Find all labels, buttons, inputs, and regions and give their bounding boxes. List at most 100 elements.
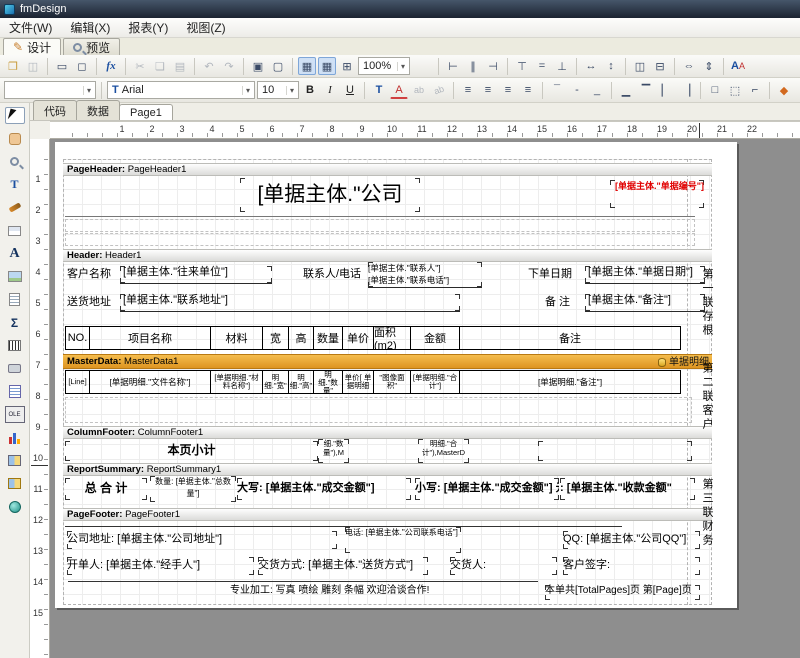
menu-report[interactable]: 报表(Y) [119, 17, 177, 38]
received-amount-object[interactable]: : [单据主体."收款金额" [560, 478, 695, 500]
copy-icon[interactable]: ❏ [151, 57, 169, 75]
menu-view[interactable]: 视图(Z) [177, 17, 234, 38]
valign-middle-icon[interactable]: - [568, 81, 586, 99]
data-cell[interactable]: [单据明细."文件名称"] [89, 370, 211, 394]
gradient-object-tool[interactable] [5, 498, 25, 515]
chart-object-tool[interactable] [5, 429, 25, 446]
picture-object-tool[interactable] [5, 268, 25, 285]
order-date-label[interactable]: 下单日期 [528, 268, 572, 281]
column-header[interactable]: 备注 [459, 326, 681, 350]
copy-label-2[interactable]: 第二联客户 [699, 362, 715, 456]
same-height-icon[interactable]: ⇕ [700, 57, 718, 75]
contact-field[interactable]: [单据主体."联系人"] [单据主体."联系电话"] [368, 262, 482, 288]
line-object[interactable] [65, 216, 695, 217]
tab-data[interactable]: 数据 [76, 100, 120, 120]
border-bottom-icon[interactable]: ▁ [617, 81, 635, 99]
preview-page-icon[interactable]: ◻ [73, 57, 91, 75]
subreport-object-tool[interactable] [5, 291, 25, 308]
underline-button[interactable]: U [341, 81, 359, 99]
valign-top-icon[interactable]: ¯ [548, 81, 566, 99]
align-bottom-edges-icon[interactable]: ⊥ [553, 57, 571, 75]
contact-label[interactable]: 联系人/电话 [303, 268, 361, 281]
space-horizontally-icon[interactable]: ↔ [582, 57, 600, 75]
format-painter-tool[interactable] [5, 199, 25, 216]
center-in-band-v-icon[interactable]: ⊟ [651, 57, 669, 75]
align-grid-icon[interactable]: ⊞ [338, 57, 356, 75]
band-pageheader[interactable]: PageHeader: PageHeader1 [63, 163, 712, 176]
doc-number-object[interactable]: [单据主体."单据编号"] [610, 180, 704, 208]
customer-field[interactable]: [单据主体."往来单位"] [120, 266, 272, 284]
issuer-object[interactable]: 开单人: [单据主体."经手人"] [67, 557, 254, 575]
copy-label-1[interactable]: 第一联存根 [699, 268, 715, 350]
select-tool[interactable] [5, 107, 25, 124]
paste-icon[interactable]: ▤ [171, 57, 189, 75]
column-header[interactable]: 单价 [342, 326, 374, 350]
band-header[interactable]: Header: Header1 [63, 249, 712, 262]
amount-digits-object[interactable]: 小写: [单据主体."成交金额"] 元 [415, 478, 559, 500]
empty-cell-object[interactable] [538, 441, 692, 461]
system-text-tool[interactable]: Σ [5, 314, 25, 331]
tab-page1[interactable]: Page1 [119, 104, 173, 120]
band-pagefooter[interactable]: PageFooter: PageFooter1 [63, 508, 712, 521]
band-reportsummary[interactable]: ReportSummary: ReportSummary1 [63, 463, 712, 476]
align-text-right-icon[interactable]: ≡ [499, 81, 517, 99]
data-cell[interactable]: 明细."宽" [262, 370, 289, 394]
column-header[interactable]: 高 [288, 326, 314, 350]
align-left-edges-icon[interactable]: ⊢ [444, 57, 462, 75]
column-header[interactable]: 数量 [313, 326, 343, 350]
db-crosstab-object-tool[interactable] [5, 475, 25, 492]
slogan-object[interactable]: 专业加工: 写真 喷绘 雕刻 条幅 欢迎洽谈合作! [230, 585, 544, 597]
company-phone-object[interactable]: 电话: [单据主体."公司联系电话"] [345, 527, 461, 553]
qty-sum-object[interactable]: 细."数量"),M [318, 439, 349, 463]
title-bar[interactable]: fmDesign [0, 0, 800, 18]
customer-label[interactable]: 客户名称 [67, 268, 111, 281]
column-header[interactable]: 材料 [210, 326, 263, 350]
save-icon[interactable]: ◫ [24, 57, 42, 75]
band-masterdata[interactable]: MasterData: MasterData1 单据明细 [63, 354, 712, 369]
border-left-icon[interactable]: ▏ [657, 81, 675, 99]
crosstab-object-tool[interactable] [5, 452, 25, 469]
order-date-field[interactable]: [单据主体."单据日期"] [585, 266, 705, 284]
valign-bottom-icon[interactable]: _ [588, 81, 606, 99]
frame-none-icon[interactable]: ⬚ [726, 81, 744, 99]
font-settings-icon[interactable]: AA [729, 57, 747, 75]
page-count-object[interactable]: 本单共[TotalPages]页 第[Page]页 [545, 585, 700, 600]
company-address-object[interactable]: 公司地址: [单据主体."公司地址"] [67, 531, 337, 549]
snap-grid-icon[interactable]: ▦ [318, 57, 336, 75]
note-label[interactable]: 备 注 [545, 296, 570, 309]
company-qq-object[interactable]: QQ: [单据主体."公司QQ"] [563, 531, 700, 549]
column-header[interactable]: 面积(m2) [373, 326, 411, 350]
font-size-select[interactable]: 10 ▾ [257, 81, 299, 99]
customer-signature-object[interactable]: 客户签字: [563, 557, 700, 575]
frame-all-icon[interactable]: □ [706, 81, 724, 99]
insert-band-tool[interactable] [5, 222, 25, 239]
amount-words-object[interactable]: 大写: [单据主体."成交金额"] [237, 478, 411, 500]
align-right-edges-icon[interactable]: ⊣ [484, 57, 502, 75]
same-width-icon[interactable]: ⇔ [680, 57, 698, 75]
font-select[interactable]: T Arial ▾ [107, 81, 255, 99]
note-field[interactable]: [单据主体."备注"] [585, 294, 705, 312]
line-object[interactable]: [Line] [65, 370, 90, 394]
open-icon[interactable]: ❐ [4, 57, 22, 75]
font-color-icon[interactable]: A [390, 81, 408, 99]
delivery-method-object[interactable]: 交货方式: [单据主体."送货方式"] [258, 557, 428, 575]
align-text-center-icon[interactable]: ≡ [479, 81, 497, 99]
align-text-left-icon[interactable]: ≡ [459, 81, 477, 99]
redo-icon[interactable]: ↷ [220, 57, 238, 75]
zoom-tool[interactable] [5, 153, 25, 170]
column-header[interactable]: 金额 [410, 326, 460, 350]
align-text-justify-icon[interactable]: ≡ [519, 81, 537, 99]
copy-label-3[interactable]: 第三联财务 [699, 478, 715, 568]
zoom-select[interactable]: 100% ▾ [358, 57, 410, 75]
text-edit-tool[interactable]: T [5, 176, 25, 193]
line-object[interactable] [65, 526, 622, 527]
data-cell[interactable]: [单据明细."合计"] [410, 370, 460, 394]
hand-tool[interactable] [5, 130, 25, 147]
line-object[interactable] [68, 581, 538, 582]
data-cell[interactable]: 明细."高" [288, 370, 314, 394]
center-horizontally-icon[interactable]: ∥ [464, 57, 482, 75]
column-header[interactable]: NO. [65, 326, 90, 350]
report-page[interactable]: PageHeader: PageHeader1 [单据主体."公司 [单据主体.… [55, 142, 737, 608]
border-top-icon[interactable]: ▔ [637, 81, 655, 99]
ole-object-tool[interactable]: OLE [5, 406, 25, 423]
